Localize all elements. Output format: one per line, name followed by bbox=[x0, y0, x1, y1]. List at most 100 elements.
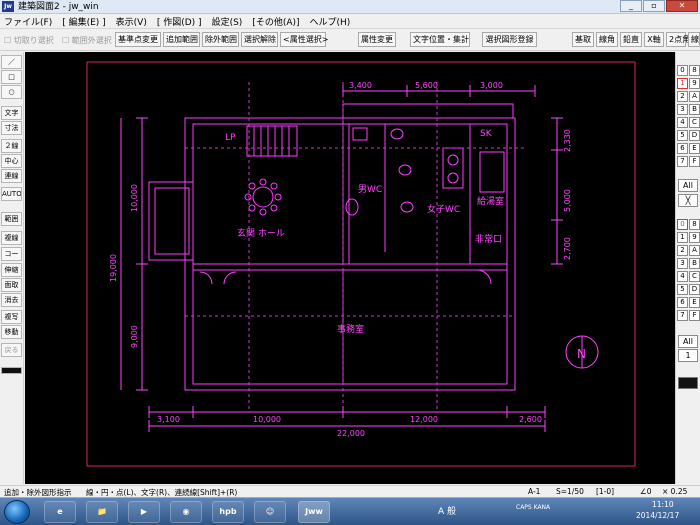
two-point-angle-button[interactable]: 2点角 bbox=[666, 32, 690, 47]
status-scale[interactable]: S=1/50 bbox=[556, 487, 584, 496]
start-button[interactable] bbox=[4, 500, 30, 524]
status-factor[interactable]: × 0.25 bbox=[662, 487, 687, 496]
status-angle[interactable]: ∠0 bbox=[640, 487, 652, 496]
tool-double-line[interactable]: ２線 bbox=[1, 139, 22, 153]
status-layer[interactable]: [1-0] bbox=[596, 487, 614, 496]
group-0[interactable]: 0 bbox=[677, 219, 688, 230]
group-f[interactable]: F bbox=[689, 310, 700, 321]
tool-move[interactable]: 移動 bbox=[1, 325, 22, 339]
ime-indicator[interactable]: A 般 bbox=[438, 504, 456, 517]
layer-a[interactable]: A bbox=[689, 91, 700, 102]
register-selected-figure-button[interactable]: 選択図形登録 bbox=[482, 32, 537, 47]
layer-2[interactable]: 2 bbox=[677, 91, 688, 102]
base-take-button[interactable]: 基取 bbox=[572, 32, 594, 47]
group-c[interactable]: C bbox=[689, 271, 700, 282]
menu-draw[interactable]: [ 作図(D) ] bbox=[157, 15, 202, 28]
folder-icon[interactable]: 📁 bbox=[86, 501, 118, 523]
checkbox-outside-select[interactable]: ☐ 範囲外選択 bbox=[62, 35, 112, 46]
maximize-button[interactable]: ▫ bbox=[643, 0, 665, 12]
status-paper[interactable]: A-1 bbox=[528, 487, 540, 496]
tool-dimension[interactable]: 寸法 bbox=[1, 121, 22, 135]
close-button[interactable]: ✕ bbox=[666, 0, 698, 12]
tool-center-line[interactable]: 中心線 bbox=[1, 154, 22, 168]
menu-view[interactable]: 表示(V) bbox=[116, 15, 147, 28]
line-color-indicator[interactable] bbox=[678, 377, 698, 389]
line-type-indicator[interactable] bbox=[1, 367, 22, 374]
jww-icon[interactable]: Jww bbox=[298, 501, 330, 523]
layer-b[interactable]: B bbox=[689, 104, 700, 115]
tool-offset[interactable]: 複線 bbox=[1, 231, 22, 245]
group-4[interactable]: 4 bbox=[677, 271, 688, 282]
group-3[interactable]: 3 bbox=[677, 258, 688, 269]
deselect-button[interactable]: 選択解除 bbox=[241, 32, 278, 47]
layer-1[interactable]: 1 bbox=[677, 78, 688, 89]
tool-chamfer[interactable]: 面取 bbox=[1, 278, 22, 292]
layer-3[interactable]: 3 bbox=[677, 104, 688, 115]
layer-6[interactable]: 6 bbox=[677, 143, 688, 154]
exclude-range-button[interactable]: 除外範囲 bbox=[202, 32, 239, 47]
group-5[interactable]: 5 bbox=[677, 284, 688, 295]
group-7[interactable]: 7 bbox=[677, 310, 688, 321]
tool-continuous-line[interactable]: 連線 bbox=[1, 169, 22, 183]
layer-c[interactable]: C bbox=[689, 117, 700, 128]
group-all-button[interactable]: All bbox=[678, 335, 698, 348]
group-6[interactable]: 6 bbox=[677, 297, 688, 308]
vertical-button[interactable]: 鉛直 bbox=[620, 32, 642, 47]
layer-e[interactable]: E bbox=[689, 143, 700, 154]
layer-f[interactable]: F bbox=[689, 156, 700, 167]
group-b[interactable]: B bbox=[689, 258, 700, 269]
layer-7[interactable]: 7 bbox=[677, 156, 688, 167]
layer-all-button[interactable]: All bbox=[678, 179, 698, 192]
character-app-icon[interactable]: ☺ bbox=[254, 501, 286, 523]
text-position-total-button[interactable]: 文字位置・集計 bbox=[410, 32, 470, 47]
tool-auto[interactable]: AUTO bbox=[1, 187, 22, 201]
attribute-select-button[interactable]: <属性選択> bbox=[280, 32, 328, 47]
group-9[interactable]: 9 bbox=[689, 232, 700, 243]
x-axis-button[interactable]: X軸 bbox=[644, 32, 664, 47]
tool-corner[interactable]: コーナー bbox=[1, 247, 22, 261]
tool-circle[interactable]: ○ bbox=[1, 85, 22, 99]
layer-d[interactable]: D bbox=[689, 130, 700, 141]
menu-help[interactable]: ヘルプ(H) bbox=[310, 15, 351, 28]
base-point-change-button[interactable]: 基準点変更 bbox=[115, 32, 161, 47]
chrome-icon[interactable]: ◉ bbox=[170, 501, 202, 523]
line-angle-button[interactable]: 線角 bbox=[596, 32, 618, 47]
clock-date[interactable]: 2014/12/17 bbox=[636, 511, 679, 520]
line-button[interactable]: 線 bbox=[688, 32, 700, 47]
media-player-icon[interactable]: ▶ bbox=[128, 501, 160, 523]
minimize-button[interactable]: _ bbox=[620, 0, 642, 12]
hpb-icon[interactable]: hpb bbox=[212, 501, 244, 523]
menu-other[interactable]: [その他(A)] bbox=[252, 15, 299, 28]
ie-icon[interactable]: e bbox=[44, 501, 76, 523]
group-e[interactable]: E bbox=[689, 297, 700, 308]
menu-bar: ファイル(F) [ 編集(E) ] 表示(V) [ 作図(D) ] 設定(S) … bbox=[0, 14, 700, 29]
menu-edit[interactable]: [ 編集(E) ] bbox=[62, 15, 105, 28]
layer-8[interactable]: 8 bbox=[689, 65, 700, 76]
clock-time[interactable]: 11:10 bbox=[652, 500, 674, 509]
tool-undo[interactable]: 戻る bbox=[1, 343, 22, 357]
group-number-button[interactable]: 1 bbox=[678, 349, 698, 362]
menu-file[interactable]: ファイル(F) bbox=[4, 15, 52, 28]
drawing-canvas[interactable]: 3,400 5,600 3,000 3,100 10,000 12,000 2,… bbox=[25, 52, 675, 484]
tool-stretch[interactable]: 伸縮 bbox=[1, 263, 22, 277]
layer-5[interactable]: 5 bbox=[677, 130, 688, 141]
tool-line[interactable]: ／ bbox=[1, 55, 22, 69]
tool-copy[interactable]: 複写 bbox=[1, 310, 22, 324]
menu-settings[interactable]: 設定(S) bbox=[212, 15, 243, 28]
group-a[interactable]: A bbox=[689, 245, 700, 256]
layer-9[interactable]: 9 bbox=[689, 78, 700, 89]
tool-rectangle[interactable]: □ bbox=[1, 70, 22, 84]
layer-clear-button[interactable]: ╳ bbox=[678, 194, 698, 207]
tool-range[interactable]: 範囲 bbox=[1, 212, 22, 226]
attribute-change-button[interactable]: 属性変更 bbox=[358, 32, 396, 47]
group-2[interactable]: 2 bbox=[677, 245, 688, 256]
tool-text[interactable]: 文字 bbox=[1, 106, 22, 120]
tool-erase[interactable]: 消去 bbox=[1, 293, 22, 307]
layer-0[interactable]: 0 bbox=[677, 65, 688, 76]
group-8[interactable]: 8 bbox=[689, 219, 700, 230]
group-1[interactable]: 1 bbox=[677, 232, 688, 243]
add-range-button[interactable]: 追加範囲 bbox=[163, 32, 200, 47]
group-d[interactable]: D bbox=[689, 284, 700, 295]
checkbox-cut-select[interactable]: ☐ 切取り選択 bbox=[4, 35, 54, 46]
layer-4[interactable]: 4 bbox=[677, 117, 688, 128]
